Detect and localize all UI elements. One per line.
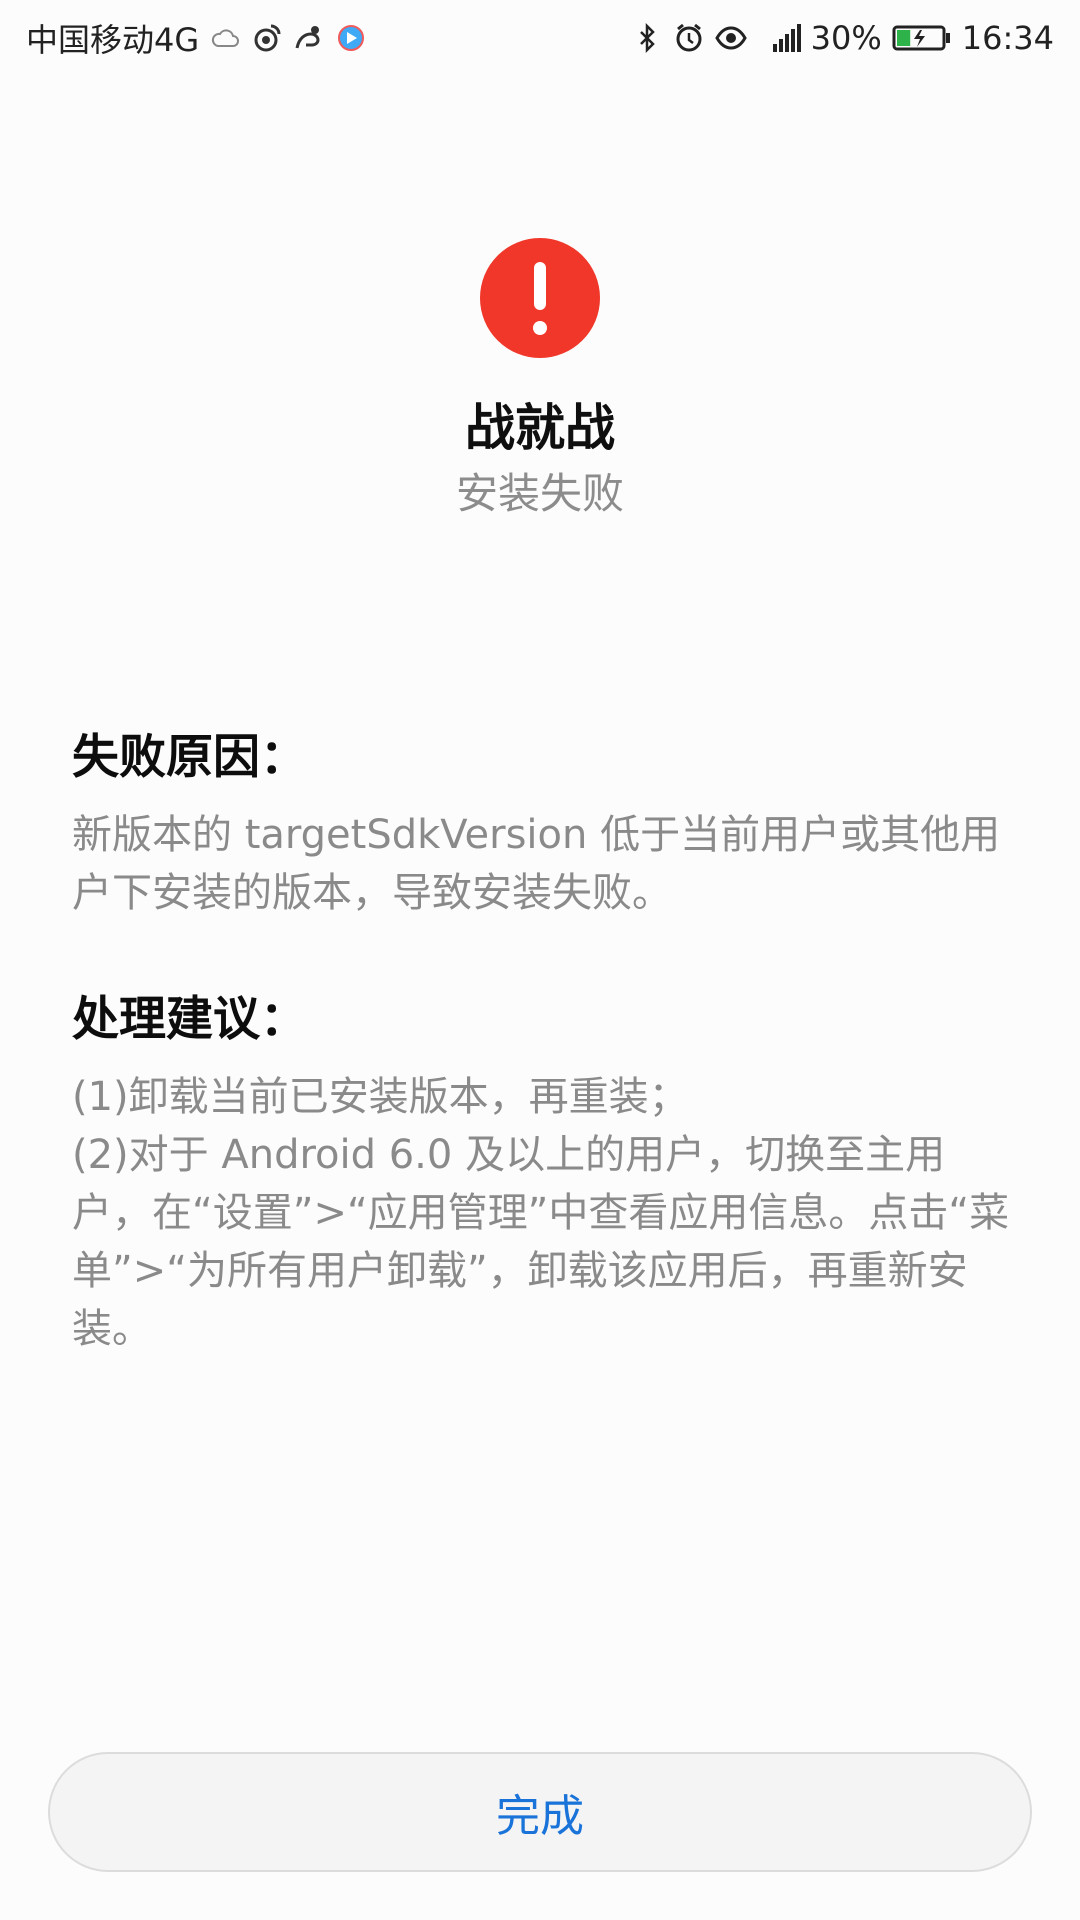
eye-icon	[714, 22, 747, 54]
suggestion-title: 处理建议：	[72, 992, 307, 1047]
cloud-icon	[209, 22, 241, 54]
failure-reason-body: 新版本的 targetSdkVersion 低于当前用户或其他用户下安装的版本，…	[72, 811, 1001, 916]
suggestion-line-2: (2)对于 Android 6.0 及以上的用户，切换至主用户，在“设置”>“应…	[72, 1131, 1010, 1352]
battery-percent: 30%	[810, 19, 882, 57]
status-bar-right: 30% 16:34	[631, 19, 1054, 57]
weibo-icon	[251, 22, 283, 54]
suggestion-section: 处理建议： (1)卸载当前已安装版本，再重装； (2)对于 Android 6.…	[72, 994, 1018, 1358]
status-bar: 中国移动4G 30% 16:34	[0, 0, 1080, 76]
suggestion-line-1: (1)卸载当前已安装版本，再重装；	[72, 1073, 689, 1120]
bluetooth-icon	[631, 22, 663, 54]
failure-reason-section: 失败原因： 新版本的 targetSdkVersion 低于当前用户或其他用户下…	[72, 732, 1018, 922]
done-button[interactable]: 完成	[48, 1752, 1032, 1872]
battery-icon	[892, 22, 952, 54]
signal-icon	[757, 22, 801, 54]
carrier-label: 中国移动4G	[26, 21, 200, 59]
app-name: 战就战	[465, 399, 615, 457]
alarm-icon	[673, 22, 705, 54]
error-icon	[480, 238, 600, 358]
status-bar-left: 中国移动4G	[26, 15, 367, 61]
uc-browser-icon	[293, 22, 325, 54]
video-app-icon	[335, 22, 367, 54]
clock: 16:34	[961, 19, 1054, 57]
failure-reason-title: 失败原因：	[72, 730, 307, 785]
suggestion-body: (1)卸载当前已安装版本，再重装； (2)对于 Android 6.0 及以上的…	[72, 1068, 1018, 1358]
install-status: 安装失败	[455, 469, 624, 518]
